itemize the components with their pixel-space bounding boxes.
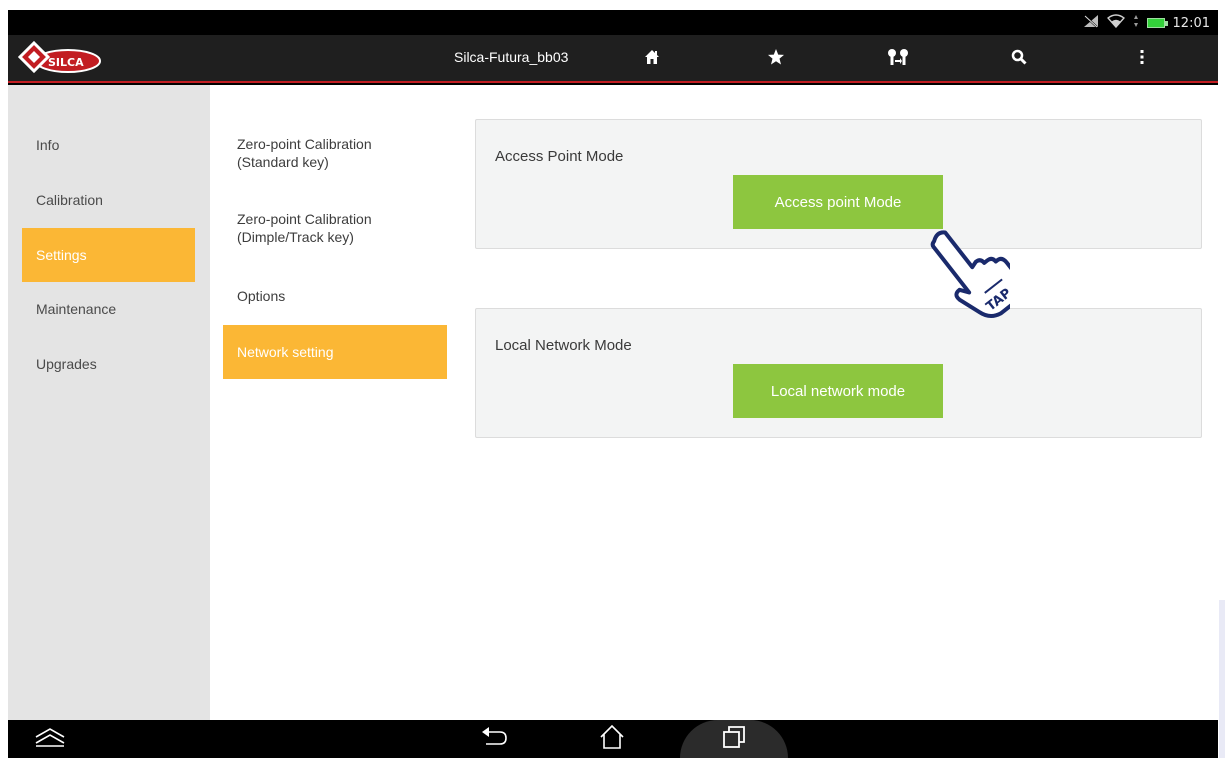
search-icon: [1011, 49, 1027, 69]
overflow-menu-button[interactable]: [1129, 47, 1155, 71]
clock: 12:01: [1172, 15, 1210, 31]
submenu-item-zero-point-standard[interactable]: Zero-point Calibration (Standard key): [223, 135, 447, 171]
home-icon: [644, 49, 660, 69]
submenu-item-label: Zero-point Calibration (Standard key): [237, 136, 372, 170]
submenu-item-label: Network setting: [237, 344, 334, 360]
star-icon: [767, 48, 785, 70]
app-bar: SILCA Silca-Futura_bb03: [8, 35, 1218, 83]
sidebar-item-maintenance[interactable]: Maintenance: [22, 282, 195, 336]
submenu-item-label: Zero-point Calibration (Dimple/Track key…: [237, 211, 372, 245]
sidebar: Info Calibration Settings Maintenance Up…: [8, 85, 210, 720]
sidebar-item-label: Calibration: [36, 192, 103, 208]
home-outline-icon: [599, 724, 625, 754]
key-transfer-button[interactable]: [885, 47, 911, 71]
sidebar-item-label: Maintenance: [36, 301, 117, 317]
sidebar-item-label: Info: [36, 137, 60, 153]
back-button[interactable]: [476, 720, 512, 758]
page-edge-decoration: [1219, 600, 1225, 758]
device-name: Silca-Futura_bb03: [454, 49, 569, 65]
no-signal-icon: [1083, 14, 1099, 32]
content-area: Info Calibration Settings Maintenance Up…: [8, 85, 1218, 720]
local-network-title: Local Network Mode: [495, 337, 632, 354]
submenu-item-label: Options: [237, 288, 286, 304]
sidebar-item-info[interactable]: Info: [22, 118, 195, 172]
sidebar-item-upgrades[interactable]: Upgrades: [22, 337, 195, 391]
home-button[interactable]: [639, 47, 665, 71]
submenu-item-options[interactable]: Options: [223, 287, 447, 305]
sidebar-item-label: Settings: [36, 247, 87, 263]
sidebar-item-settings[interactable]: Settings: [22, 228, 195, 282]
battery-icon: [1146, 18, 1168, 28]
submenu-item-zero-point-dimple[interactable]: Zero-point Calibration (Dimple/Track key…: [223, 210, 447, 246]
navigation-bar: [8, 720, 1218, 758]
status-icons: 12:01: [1083, 14, 1210, 32]
key-transfer-icon: [887, 48, 909, 70]
data-arrows-icon: [1133, 14, 1139, 32]
expand-icon: [34, 727, 66, 751]
search-button[interactable]: [1006, 47, 1032, 71]
access-point-panel: Access Point Mode Access point Mode: [475, 119, 1202, 249]
sidebar-item-calibration[interactable]: Calibration: [22, 173, 195, 227]
local-network-panel: Local Network Mode Local network mode: [475, 308, 1202, 438]
tablet-screen: 12:01 SILCA Silca-Futura_bb03 Info Calib…: [8, 10, 1218, 758]
recents-icon: [722, 725, 746, 753]
access-point-mode-button[interactable]: Access point Mode: [733, 175, 943, 229]
favorites-button[interactable]: [763, 47, 789, 71]
back-icon: [480, 726, 508, 752]
status-bar: 12:01: [8, 10, 1218, 35]
sidebar-item-label: Upgrades: [36, 356, 97, 372]
overflow-menu-icon: [1139, 49, 1145, 69]
silca-logo: SILCA: [17, 39, 102, 81]
recents-button[interactable]: [716, 720, 752, 758]
local-network-mode-button[interactable]: Local network mode: [733, 364, 943, 418]
home-nav-button[interactable]: [594, 720, 630, 758]
access-point-title: Access Point Mode: [495, 148, 624, 165]
expand-button[interactable]: [30, 720, 70, 758]
tap-hand-icon: TAP: [930, 218, 1026, 330]
submenu-item-network-setting[interactable]: Network setting: [223, 325, 447, 379]
svg-text:SILCA: SILCA: [48, 56, 84, 69]
wifi-icon: [1106, 14, 1125, 32]
